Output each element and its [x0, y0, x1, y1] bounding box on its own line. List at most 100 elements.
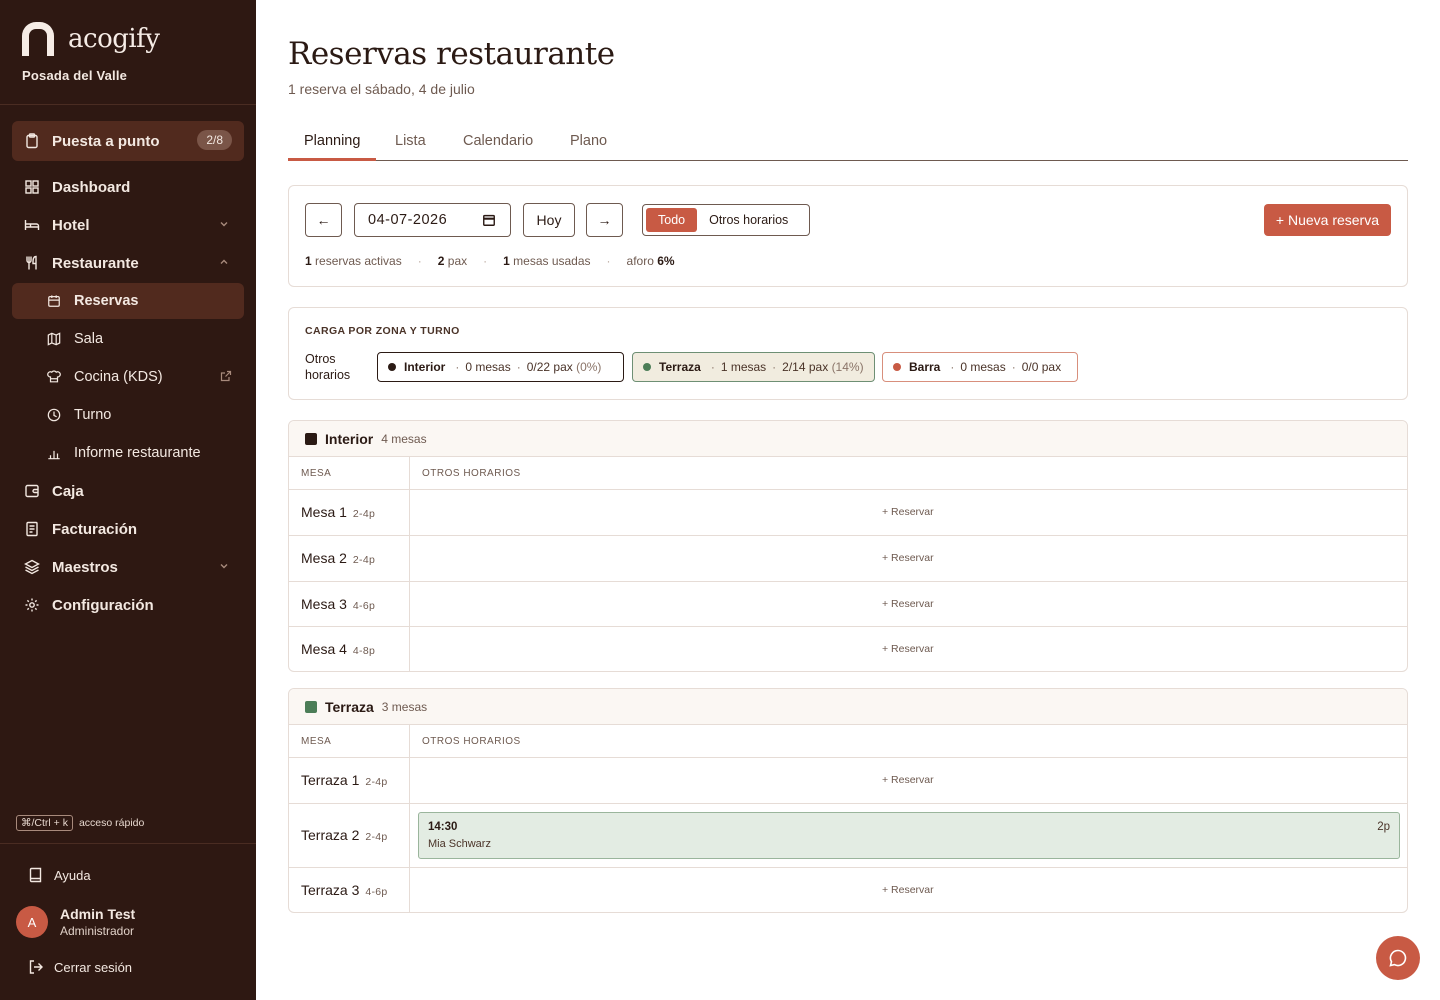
- user-role: Administrador: [60, 924, 135, 938]
- table-capacity: 2-4p: [352, 554, 376, 566]
- grid-column-headers: MESA OTROS HORARIOS: [289, 725, 1407, 758]
- zone-grid-interior: Interior 4 mesas MESA OTROS HORARIOS Mes…: [288, 420, 1408, 672]
- clipboard-icon: [24, 133, 40, 149]
- sidebar-item-setup[interactable]: Puesta a punto 2/8: [12, 121, 244, 161]
- calendar-icon[interactable]: [482, 213, 496, 227]
- sidebar-item-dashboard[interactable]: Dashboard: [12, 169, 244, 205]
- reserve-slot-button[interactable]: + Reservar: [882, 598, 934, 610]
- tab-lista[interactable]: Lista: [395, 133, 426, 149]
- reserve-slot-button[interactable]: + Reservar: [882, 774, 934, 786]
- help-link[interactable]: Ayuda: [28, 867, 91, 883]
- sidebar-item-label: Facturación: [52, 520, 138, 538]
- sidebar-item-label: Sala: [74, 331, 104, 347]
- tab-calendario[interactable]: Calendario: [463, 133, 533, 149]
- stat-pax-label: pax: [447, 254, 468, 268]
- stat-occupancy-label: aforo: [626, 254, 654, 268]
- zone-dot: [388, 363, 396, 371]
- sidebar-item-label: Caja: [52, 482, 84, 500]
- sidebar-item-informe[interactable]: Informe restaurante: [12, 435, 244, 471]
- reserve-slot-button[interactable]: + Reservar: [882, 506, 934, 518]
- sidebar-item-configuracion[interactable]: Configuración: [12, 587, 244, 623]
- brand-logo[interactable]: acogify: [22, 22, 160, 56]
- sidebar-item-hotel[interactable]: Hotel: [12, 207, 244, 243]
- zone-pill-terraza[interactable]: Terraza · 1 mesas · 2/14 pax (14%): [632, 352, 875, 382]
- table-name: Terraza 2 2-4p: [301, 827, 388, 843]
- filter-all-option[interactable]: Todo: [646, 208, 698, 232]
- zone-load-card: CARGA POR ZONA Y TURNO Otros horarios In…: [288, 307, 1408, 400]
- tab-planning[interactable]: Planning: [304, 133, 360, 149]
- reserve-slot-button[interactable]: + Reservar: [882, 552, 934, 564]
- bed-icon: [24, 217, 40, 233]
- filter-other-option[interactable]: Otros horarios: [697, 208, 800, 232]
- chat-button[interactable]: [1376, 936, 1420, 980]
- zone-pill-pax: 0/22 pax: [526, 360, 573, 374]
- sidebar-item-turno[interactable]: Turno: [12, 397, 244, 433]
- gear-icon: [24, 597, 40, 613]
- sidebar-item-maestros[interactable]: Maestros: [12, 549, 244, 585]
- zone-header: Terraza 3 mesas: [289, 689, 1407, 725]
- column-header-slot: OTROS HORARIOS: [422, 736, 521, 747]
- toolbar-card: ← 04-07-2026 Hoy → Todo Otros horarios +…: [288, 185, 1408, 287]
- sidebar-item-label: Hotel: [52, 216, 90, 234]
- table-row: Terraza 3 4-6p + Reservar: [289, 868, 1407, 913]
- new-booking-button[interactable]: + Nueva reserva: [1263, 204, 1391, 236]
- user-profile[interactable]: A Admin Test Administrador: [16, 906, 135, 938]
- stat-active-count: 1: [305, 254, 312, 268]
- brand-name: acogify: [68, 24, 160, 54]
- sidebar-item-sala[interactable]: Sala: [12, 321, 244, 357]
- prev-day-button[interactable]: ←: [305, 203, 342, 237]
- stat-occupancy-value: 6%: [657, 254, 675, 268]
- sidebar-item-facturacion[interactable]: Facturación: [12, 511, 244, 547]
- help-label: Ayuda: [54, 867, 91, 883]
- logout-icon: [28, 959, 44, 975]
- stat-pax-count: 2: [437, 254, 445, 268]
- zone-color-swatch: [305, 700, 317, 713]
- booking-block[interactable]: 14:30 Mia Schwarz 2p: [418, 812, 1400, 859]
- zone-table-count: 3 mesas: [381, 699, 428, 714]
- avatar: A: [16, 906, 48, 938]
- grid-column-headers: MESA OTROS HORARIOS: [289, 457, 1407, 490]
- zone-pill-name: Terraza: [659, 360, 701, 374]
- zone-dot: [643, 363, 651, 371]
- reserve-slot-button[interactable]: + Reservar: [882, 884, 934, 896]
- view-tabs: Planning Lista Calendario Plano: [288, 124, 1408, 161]
- next-day-button[interactable]: →: [586, 203, 623, 237]
- zone-name: Interior: [325, 430, 374, 447]
- sidebar-item-restaurante[interactable]: Restaurante: [12, 245, 244, 281]
- zone-color-swatch: [305, 432, 317, 445]
- stats-row: 1 reservas activas · 2 pax · 1 mesas usa…: [305, 254, 675, 268]
- sidebar-item-cocina[interactable]: Cocina (KDS): [12, 359, 244, 395]
- sidebar-divider: [0, 104, 256, 105]
- tab-plano[interactable]: Plano: [570, 133, 607, 149]
- zone-pill-tables: 0 mesas: [960, 360, 1006, 374]
- table-capacity: 2-4p: [365, 831, 388, 843]
- shift-label: Otros horarios: [305, 352, 351, 382]
- sidebar-item-label: Maestros: [52, 558, 118, 576]
- date-input[interactable]: 04-07-2026: [354, 203, 511, 237]
- quick-access-hint[interactable]: ⌘/Ctrl + k acceso rápido: [16, 815, 144, 831]
- zone-pill-barra[interactable]: Barra · 0 mesas · 0/0 pax: [882, 352, 1078, 382]
- sidebar-item-reservas[interactable]: Reservas: [12, 283, 244, 319]
- reserve-slot-button[interactable]: + Reservar: [882, 643, 934, 655]
- table-capacity: 2-4p: [365, 776, 388, 788]
- book-icon: [28, 867, 44, 883]
- today-button[interactable]: Hoy: [523, 203, 575, 237]
- table-name: Terraza 3 4-6p: [301, 882, 388, 898]
- stat-tables-count: 1: [503, 254, 510, 268]
- logout-button[interactable]: Cerrar sesión: [28, 959, 132, 975]
- table-name: Terraza 1 2-4p: [301, 772, 388, 788]
- sidebar-item-label: Puesta a punto: [52, 132, 160, 150]
- sidebar-item-label: Informe restaurante: [74, 445, 201, 461]
- layers-icon: [24, 559, 40, 575]
- table-row: Terraza 1 2-4p + Reservar: [289, 758, 1407, 804]
- user-name: Admin Test: [60, 906, 136, 922]
- zone-load-title: CARGA POR ZONA Y TURNO: [305, 325, 460, 337]
- chat-icon: [1389, 949, 1407, 967]
- table-capacity: 4-8p: [352, 645, 376, 657]
- sidebar-item-label: Reservas: [74, 293, 139, 309]
- logout-label: Cerrar sesión: [54, 959, 133, 975]
- sidebar-item-caja[interactable]: Caja: [12, 473, 244, 509]
- zone-pill-name: Barra: [909, 360, 941, 374]
- zone-pill-interior[interactable]: Interior · 0 mesas · 0/22 pax (0%): [377, 352, 624, 382]
- table-name: Mesa 4 4-8p: [301, 641, 376, 657]
